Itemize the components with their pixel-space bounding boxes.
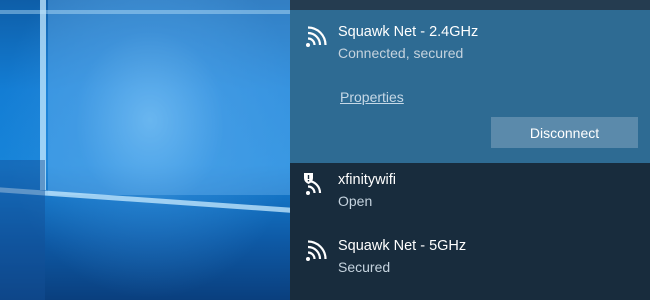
network-flyout: Squawk Net - 2.4GHz Connected, secured P… (290, 0, 650, 300)
network-name: Squawk Net - 5GHz (338, 238, 467, 254)
network-name: Squawk Net - 2.4GHz (338, 24, 479, 40)
flyout-top-strip (290, 0, 650, 10)
wallpaper-window-pane (0, 160, 45, 300)
wifi-icon (306, 26, 327, 47)
wifi-open-warning-icon (304, 173, 322, 195)
wifi-icon (306, 240, 327, 261)
selected-network-panel[interactable]: Squawk Net - 2.4GHz Connected, secured P… (290, 10, 650, 163)
properties-link[interactable]: Properties (340, 89, 404, 105)
network-status: Connected, secured (338, 45, 464, 61)
wallpaper-window-pane (48, 0, 290, 195)
network-status: Open (338, 193, 373, 209)
network-status: Secured (338, 259, 391, 275)
wallpaper-light-beam (0, 10, 290, 14)
disconnect-button[interactable]: Disconnect (491, 117, 638, 148)
desktop-wallpaper (0, 0, 290, 300)
network-name: xfinitywifi (338, 172, 397, 188)
